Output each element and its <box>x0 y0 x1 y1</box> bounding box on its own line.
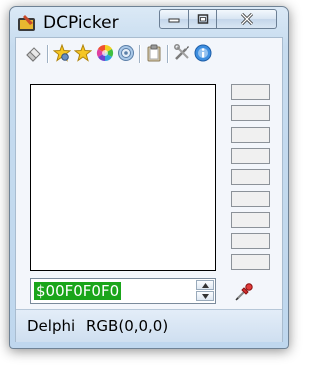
title-bar[interactable]: DCPicker <box>10 7 288 39</box>
color-swatch[interactable] <box>231 84 270 100</box>
minimize-icon <box>168 18 180 23</box>
info-icon[interactable] <box>194 44 212 62</box>
maximize-icon <box>197 14 208 24</box>
color-swatch[interactable] <box>231 105 270 122</box>
tools-icon[interactable] <box>173 44 191 62</box>
color-wheel-icon[interactable] <box>96 44 114 62</box>
color-swatch[interactable] <box>231 190 270 207</box>
color-preview-canvas[interactable] <box>30 84 216 271</box>
spin-down-button[interactable] <box>196 291 214 301</box>
window-title: DCPicker <box>43 13 119 33</box>
eyedropper-icon[interactable] <box>234 282 254 302</box>
eraser-icon[interactable] <box>25 44 43 62</box>
app-window: DCPicker $00F0F0F0 Delphi RGB(0,0,0) <box>9 6 289 349</box>
color-swatch[interactable] <box>231 147 270 164</box>
toolbar-separator <box>167 45 169 63</box>
toolbar <box>16 38 282 68</box>
status-rgb: RGB(0,0,0) <box>86 317 169 335</box>
star-icon[interactable] <box>74 44 92 62</box>
close-button[interactable] <box>217 9 277 29</box>
spin-up-button[interactable] <box>196 280 214 290</box>
color-swatch[interactable] <box>231 254 270 271</box>
client-area: $00F0F0F0 Delphi RGB(0,0,0) <box>15 37 283 342</box>
toolbar-separator <box>139 45 141 63</box>
hex-color-field[interactable]: $00F0F0F0 <box>30 278 216 304</box>
app-logo-icon <box>18 15 35 31</box>
color-swatch[interactable] <box>231 169 270 186</box>
arrow-down-icon <box>202 294 209 299</box>
color-swatch[interactable] <box>231 211 270 228</box>
maximize-button[interactable] <box>189 9 217 29</box>
format-spinner[interactable] <box>196 280 214 302</box>
target-icon[interactable] <box>117 44 135 62</box>
color-swatch[interactable] <box>231 233 270 250</box>
star-settings-icon[interactable] <box>53 44 71 62</box>
color-swatch[interactable] <box>231 126 270 143</box>
minimize-button[interactable] <box>159 9 189 29</box>
close-icon <box>240 13 253 25</box>
clipboard-icon[interactable] <box>145 44 163 62</box>
status-format: Delphi <box>27 317 76 335</box>
status-bar: Delphi RGB(0,0,0) <box>16 309 282 342</box>
arrow-up-icon <box>202 283 209 288</box>
toolbar-separator <box>47 45 49 63</box>
hex-color-value[interactable]: $00F0F0F0 <box>34 282 122 300</box>
